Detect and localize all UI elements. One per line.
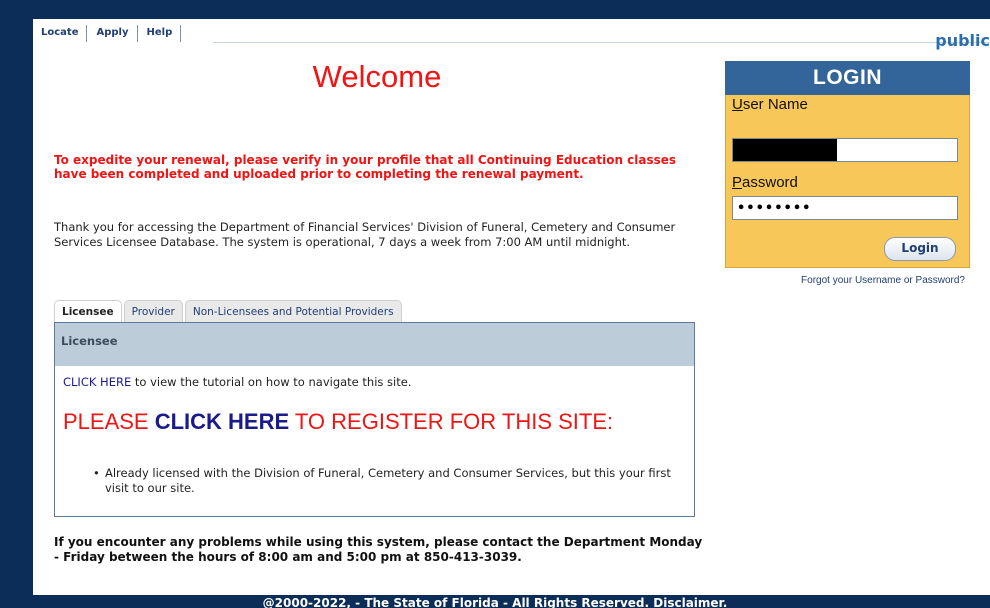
- tutorial-link[interactable]: CLICK HERE: [63, 375, 131, 389]
- licensee-panel: Licensee CLICK HERE to view the tutorial…: [54, 322, 695, 517]
- list-item: Already licensed with the Division of Fu…: [93, 466, 693, 495]
- header-divider: [213, 42, 990, 43]
- page-title: Welcome: [312, 59, 442, 94]
- register-bullets: Already licensed with the Division of Fu…: [93, 466, 693, 495]
- current-user-label: public: [935, 31, 990, 50]
- password-field[interactable]: ••••••••: [732, 196, 958, 220]
- nav-apply-link[interactable]: Apply: [87, 25, 138, 42]
- tab-bar: Licensee Provider Non-Licensees and Pote…: [54, 300, 404, 323]
- contact-info: If you encounter any problems while usin…: [54, 535, 703, 564]
- nav-help-link[interactable]: Help: [138, 25, 182, 42]
- tutorial-text: to view the tutorial on how to navigate …: [131, 375, 412, 389]
- tab-provider[interactable]: Provider: [123, 300, 183, 323]
- register-line: PLEASE CLICK HERE TO REGISTER FOR THIS S…: [63, 409, 613, 435]
- tab-non-licensees[interactable]: Non-Licensees and Potential Providers: [184, 300, 402, 323]
- password-label: Password: [732, 174, 798, 191]
- login-box: LOGIN User Name Password •••••••• Login …: [725, 61, 970, 286]
- renewal-notice: To expedite your renewal, please verify …: [54, 153, 677, 181]
- intro-text: Thank you for accessing the Department o…: [54, 220, 676, 249]
- login-title: LOGIN: [725, 61, 970, 95]
- panel-heading: Licensee: [55, 323, 694, 366]
- tutorial-line: CLICK HERE to view the tutorial on how t…: [63, 375, 411, 389]
- register-link[interactable]: CLICK HERE: [155, 409, 289, 434]
- login-form: User Name Password •••••••• Login Forgot…: [725, 95, 970, 286]
- username-field[interactable]: [732, 138, 958, 162]
- footer-text: @2000-2022, - The State of Florida - All…: [262, 596, 728, 608]
- register-suffix: TO REGISTER FOR THIS SITE:: [289, 409, 614, 434]
- forgot-credentials-link[interactable]: Forgot your Username or Password?: [801, 275, 965, 286]
- nav-locate-link[interactable]: Locate: [33, 25, 88, 42]
- register-prefix: PLEASE: [63, 409, 155, 434]
- username-label: User Name: [732, 96, 808, 113]
- top-nav: Locate Apply Help: [33, 25, 182, 42]
- page-content: Locate Apply Help public Welcome To expe…: [33, 19, 990, 595]
- redacted-username: [733, 139, 837, 161]
- login-button[interactable]: Login: [884, 237, 956, 261]
- tab-licensee[interactable]: Licensee: [54, 300, 122, 323]
